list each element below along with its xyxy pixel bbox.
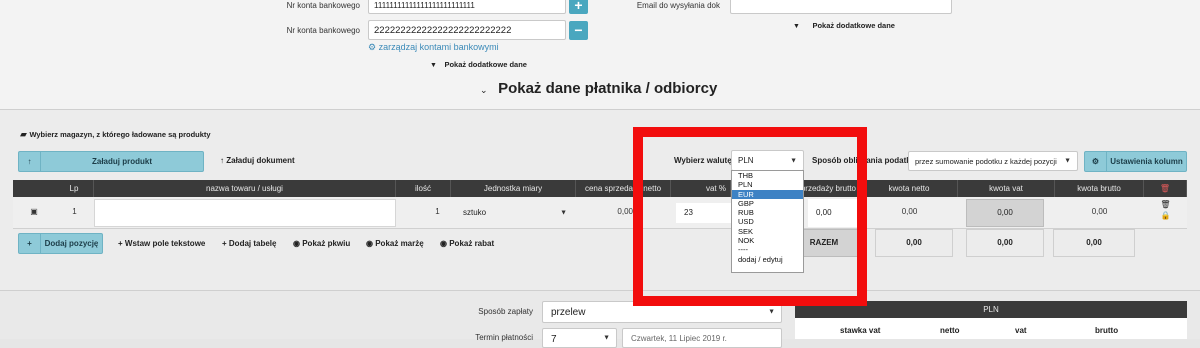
chevron-down-icon: ⌄ xyxy=(480,85,488,95)
tax-method-select[interactable]: przez sumowanie podotku z każdej pozycji… xyxy=(908,151,1078,171)
gear-icon: ⚙ xyxy=(1085,152,1107,171)
show-more-left[interactable]: ▼ Pokaż dodatkowe dane xyxy=(430,59,527,69)
show-margin-link[interactable]: ◉ Pokaż marżę xyxy=(366,239,424,248)
show-discount-link[interactable]: ◉ Pokaż rabat xyxy=(440,239,494,248)
row-unit-select[interactable]: sztuko ▼ xyxy=(457,203,573,223)
chevron-down-icon: ▼ xyxy=(603,334,610,342)
bank-account-label-1: Nr konta bankowego xyxy=(286,1,360,10)
chevron-down-icon: ▼ xyxy=(560,209,567,217)
eye-icon: ◉ xyxy=(440,239,447,248)
arrow-up-icon: ↑ xyxy=(220,156,224,165)
manage-accounts-label: zarządzaj kontami bankowymi xyxy=(378,42,499,52)
show-more-left-label: Pokaż dodatkowe dane xyxy=(444,60,527,69)
row-vat-amount: 0,00 xyxy=(966,199,1044,227)
warehouse-selector[interactable]: ▰ Wybierz magazyn, z którego ładowane są… xyxy=(20,129,211,140)
col-qty: ilość xyxy=(396,180,451,197)
row-actions: 🗑 🔒 xyxy=(1144,199,1187,221)
email-input[interactable] xyxy=(730,0,952,14)
trash-icon[interactable]: 🗑 xyxy=(1144,180,1187,197)
total-vat: 0,00 xyxy=(966,229,1044,257)
column-settings-button[interactable]: ⚙ Ustawienia kolumn xyxy=(1084,151,1187,172)
add-account-button[interactable]: + xyxy=(569,0,588,14)
chevron-down-icon: ▼ xyxy=(430,62,437,69)
lock-icon[interactable]: 🔒 xyxy=(1144,210,1187,221)
col-name: nazwa towaru / usługi xyxy=(94,180,396,197)
total-gross: 0,00 xyxy=(1053,229,1135,257)
col-vat-amount: kwota vat xyxy=(958,180,1055,197)
row-net-amount: 0,00 xyxy=(901,207,918,216)
bank-account-input-1[interactable]: 11111111111111111111111111 xyxy=(368,0,566,14)
bank-account-label-2: Nr konta bankowego xyxy=(286,26,360,35)
row-name-input[interactable] xyxy=(94,199,396,227)
plus-icon: + xyxy=(118,239,123,248)
bank-account-input-2[interactable]: 22222222222222222222222222 xyxy=(368,20,566,40)
payment-method-value: przelew xyxy=(551,307,586,318)
row-unit-value: sztuko xyxy=(463,208,487,217)
summary-col-rate: stawka vat xyxy=(840,326,881,335)
summary-col-vat: vat xyxy=(1015,326,1027,335)
add-table-link[interactable]: + Dodaj tabelę xyxy=(222,239,276,248)
plus-icon: + xyxy=(19,234,41,253)
insert-text-field-link[interactable]: + Wstaw pole tekstowe xyxy=(118,239,205,248)
show-more-right[interactable]: ▼ Pokaż dodatkowe dane xyxy=(793,20,895,30)
payment-date-input[interactable]: Czwartek, 11 Lipiec 2019 r. xyxy=(622,328,782,348)
chevron-down-icon: ▼ xyxy=(768,308,775,316)
add-position-button[interactable]: + Dodaj pozycję xyxy=(18,233,103,254)
load-product-button[interactable]: ↑ Załaduj produkt xyxy=(18,151,204,172)
show-pkwiu-link[interactable]: ◉ Pokaż pkwiu xyxy=(293,239,350,248)
col-unit: Jednostka miary xyxy=(451,180,576,197)
email-label: Email do wysyłania dok xyxy=(636,1,720,10)
summary-col-net: netto xyxy=(940,326,960,335)
payment-term-value: 7 xyxy=(551,334,557,345)
eye-icon: ◉ xyxy=(366,239,373,248)
trash-icon[interactable]: 🗑 xyxy=(1144,199,1187,210)
show-more-right-label: Pokaż dodatkowe dane xyxy=(812,21,895,30)
folder-icon: ▰ xyxy=(20,129,27,139)
summary-col-gross: brutto xyxy=(1095,326,1119,335)
save-icon[interactable]: ▣ xyxy=(13,197,55,227)
gears-icon: ⚙ xyxy=(368,42,377,52)
col-lp: Lp xyxy=(55,180,94,197)
plus-icon: + xyxy=(222,239,227,248)
payer-toggle[interactable]: ⌄ Pokaż dane płatnika / odbiorcy xyxy=(480,80,717,97)
col-net-amount: kwota netto xyxy=(861,180,958,197)
payment-term-label: Termin płatności xyxy=(475,333,533,342)
manage-accounts-link[interactable]: ⚙ zarządzaj kontami bankowymi xyxy=(368,42,499,53)
chevron-down-icon: ▼ xyxy=(1064,157,1071,165)
load-document-link[interactable]: ↑ Załaduj dokument xyxy=(220,156,295,165)
payment-method-label: Sposób zapłaty xyxy=(478,307,533,316)
warehouse-label: Wybierz magazyn, z którego ładowane są p… xyxy=(29,130,211,139)
eye-icon: ◉ xyxy=(293,239,300,248)
arrow-up-icon: ↑ xyxy=(19,152,41,171)
col-gross-amount: kwota brutto xyxy=(1055,180,1144,197)
row-gross-amount: 0,00 xyxy=(1091,207,1108,216)
tax-method-value: przez sumowanie podotku z każdej pozycji xyxy=(915,157,1057,166)
row-qty[interactable]: 1 xyxy=(396,197,451,227)
highlight-frame xyxy=(633,127,867,306)
chevron-down-icon: ▼ xyxy=(793,23,800,30)
payer-section-title: Pokaż dane płatnika / odbiorcy xyxy=(498,80,718,97)
row-lp: 1 xyxy=(72,207,77,216)
remove-account-button[interactable]: − xyxy=(569,21,588,40)
payment-term-select[interactable]: 7 ▼ xyxy=(542,328,617,348)
total-net: 0,00 xyxy=(875,229,953,257)
